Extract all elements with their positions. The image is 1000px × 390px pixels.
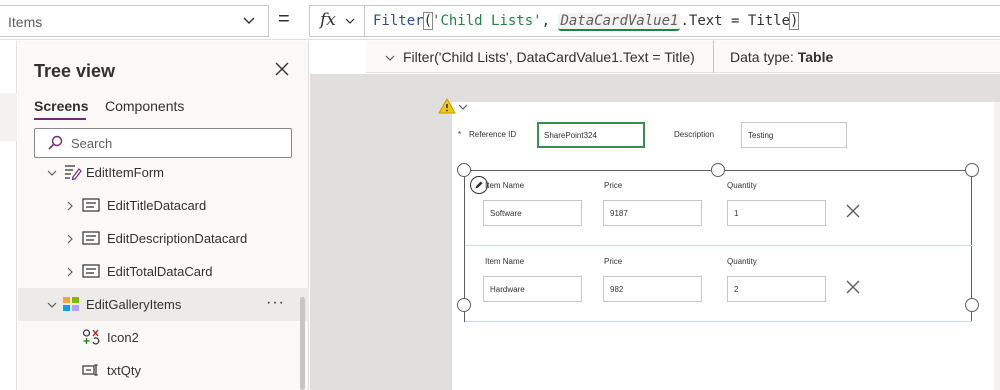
delete-x-icon[interactable] (845, 279, 861, 295)
quantity-input[interactable]: 2 (727, 276, 826, 302)
tab-screens[interactable]: Screens (34, 98, 88, 114)
left-rail (0, 41, 17, 390)
gallery-row-divider (465, 321, 972, 322)
chevron-down-icon[interactable] (46, 299, 58, 311)
data-type-value: Table (797, 49, 834, 65)
formula-expression-preview: Filter('Child Lists', DataCardValue1.Tex… (403, 49, 695, 65)
formula-string-token: 'Child Lists' (432, 13, 542, 29)
close-icon[interactable] (274, 61, 290, 77)
tree-item-label: txtQty (107, 363, 141, 378)
tree-item-txtqty[interactable]: txtQty (18, 354, 309, 387)
data-type-info: Data type: Table (730, 49, 833, 65)
column-label-price: Price (604, 257, 623, 266)
datacard-icon (82, 198, 100, 212)
property-dropdown-value: Items (8, 14, 43, 30)
chevron-right-icon[interactable] (64, 233, 76, 245)
tree-item-label: EditGalleryItems (86, 297, 182, 312)
search-box[interactable] (34, 128, 292, 158)
search-input[interactable] (71, 134, 281, 152)
reference-id-label: Reference ID (469, 130, 517, 139)
tree-item-label: Icon2 (107, 330, 139, 345)
resize-handle[interactable] (711, 163, 725, 177)
delete-x-icon[interactable] (845, 203, 861, 219)
resize-handle[interactable] (457, 298, 471, 312)
chevron-down-icon (345, 18, 355, 24)
chevron-down-icon (243, 17, 255, 24)
search-icon (48, 135, 63, 150)
tree-item-label: EditDescriptionDatacard (107, 231, 248, 246)
description-label: Description (674, 130, 715, 139)
description-input[interactable]: Testing (741, 122, 847, 148)
item-name-input[interactable]: Hardware (483, 276, 582, 302)
textinput-icon (82, 364, 98, 376)
formula-open-paren: ( (422, 12, 434, 30)
panel-title: Tree view (34, 61, 116, 81)
canvas-scrollbar[interactable] (994, 102, 1000, 390)
property-dropdown[interactable]: Items (0, 5, 269, 37)
chevron-down-icon[interactable] (384, 52, 396, 64)
tree-item-editgalleryitems[interactable]: EditGalleryItems ··· (18, 288, 309, 321)
tree-scrollbar[interactable] (300, 297, 305, 390)
resize-handle[interactable] (965, 163, 979, 177)
chevron-down-icon[interactable] (46, 167, 58, 179)
fx-icon: fx (320, 10, 336, 30)
tree-item-label: EditTotalDataCard (107, 264, 213, 279)
resize-handle[interactable] (457, 163, 471, 177)
formula-bar: Items = fx Filter('Child Lists', DataCar… (0, 0, 1000, 40)
rail-selected-item[interactable] (0, 93, 17, 141)
active-tab-underline (34, 118, 86, 120)
chevron-right-icon[interactable] (64, 200, 76, 212)
formula-comma: , (541, 13, 559, 29)
icon-control-icon (82, 329, 100, 345)
tree-item-label: EditTitleDatacard (107, 198, 207, 213)
data-type-label: Data type: (730, 49, 794, 65)
tree-item-edittitledatacard[interactable]: EditTitleDatacard (18, 189, 309, 222)
equals-sign: = (278, 8, 290, 30)
item-name-input[interactable]: Software (483, 200, 582, 226)
column-label-item-name: Item Name (485, 257, 525, 266)
more-options-button[interactable]: ··· (266, 294, 285, 312)
reference-id-input[interactable]: SharePoint324 (537, 122, 645, 148)
datacard-icon (82, 231, 100, 245)
gallery-row-divider (465, 245, 972, 246)
tree-item-editdescriptiondatacard[interactable]: EditDescriptionDatacard (18, 222, 309, 255)
resize-handle[interactable] (965, 298, 979, 312)
tree-view-panel: Tree view Screens Components EditItemFor… (18, 41, 309, 390)
column-label-quantity: Quantity (727, 181, 757, 190)
price-input[interactable]: 982 (603, 276, 702, 302)
formula-function-token: Filter (373, 13, 424, 29)
formula-rest-token: .Text = Title (680, 13, 791, 29)
tree-item-edititemform[interactable]: EditItemForm (18, 156, 309, 189)
tree-item-edittotaldatacard[interactable]: EditTotalDataCard (18, 255, 309, 288)
quantity-input[interactable]: 1 (727, 200, 826, 226)
column-label-item-name: Item Name (485, 181, 525, 190)
form-icon (65, 165, 82, 180)
formula-result-strip: Filter('Child Lists', DataCardValue1.Tex… (366, 41, 1000, 73)
formula-control-token: DataCardValue1 (558, 13, 681, 31)
chevron-right-icon[interactable] (64, 266, 76, 278)
formula-input[interactable]: Filter('Child Lists', DataCardValue1 .Tex… (365, 5, 1000, 37)
fx-button[interactable]: fx (309, 5, 365, 37)
price-input[interactable]: 9187 (603, 200, 702, 226)
required-mark: * (458, 130, 462, 139)
column-label-quantity: Quantity (727, 257, 757, 266)
warning-icon[interactable] (438, 98, 456, 114)
tab-components[interactable]: Components (105, 98, 184, 114)
tree-item-icon2[interactable]: Icon2 (18, 321, 309, 354)
gallery-icon (63, 297, 79, 311)
chevron-down-icon[interactable] (457, 101, 469, 113)
datacard-icon (82, 264, 100, 278)
column-label-price: Price (604, 181, 623, 190)
formula-close-paren: ) (788, 12, 800, 30)
divider (713, 41, 714, 73)
tree-item-label: EditItemForm (86, 165, 165, 180)
